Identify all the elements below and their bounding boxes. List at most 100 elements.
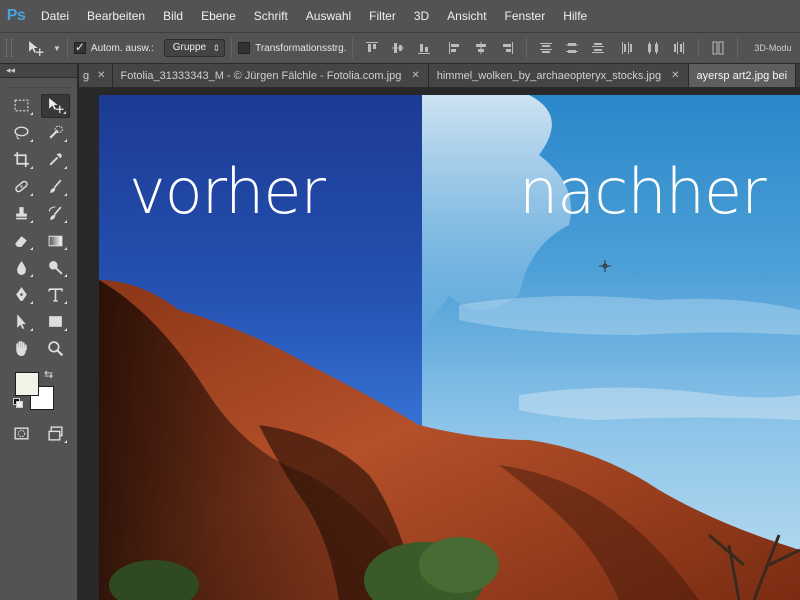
transform-controls-checkbox[interactable]	[238, 42, 251, 54]
close-icon[interactable]: ✕	[671, 70, 679, 81]
distribute-right-icon[interactable]	[671, 41, 687, 55]
auto-select-dropdown[interactable]: Gruppe	[163, 39, 226, 57]
close-icon[interactable]: ✕	[97, 70, 105, 81]
gradient-icon	[48, 235, 63, 247]
distribute-vertical-center-icon[interactable]	[564, 41, 580, 55]
align-right-icon[interactable]	[499, 41, 515, 55]
align-bottom-icon[interactable]	[416, 41, 432, 55]
menu-ansicht[interactable]: Ansicht	[438, 0, 495, 32]
path-selection-tool[interactable]	[7, 310, 36, 334]
separator	[737, 38, 739, 58]
transform-controls-label: Transformationsstrg.	[255, 42, 347, 54]
before-label: vorher	[129, 155, 326, 228]
distribute-top-icon[interactable]	[538, 41, 554, 55]
align-horizontal-center-icon[interactable]	[473, 41, 489, 55]
rectangle-icon	[49, 316, 62, 327]
menu-ebene[interactable]: Ebene	[192, 0, 245, 32]
crosshair-cursor-icon	[599, 260, 611, 272]
menu-bearbeiten[interactable]: Bearbeiten	[78, 0, 154, 32]
menu-schrift[interactable]: Schrift	[245, 0, 297, 32]
healing-brush-tool[interactable]	[7, 175, 36, 199]
path-selection-icon	[17, 314, 26, 329]
foreground-color-swatch[interactable]	[15, 372, 39, 396]
lasso-tool[interactable]	[7, 121, 36, 145]
menu-bild[interactable]: Bild	[154, 0, 192, 32]
hand-icon	[16, 341, 27, 356]
eyedropper-tool[interactable]	[41, 148, 70, 172]
pen-tool[interactable]	[7, 283, 36, 307]
eraser-tool[interactable]	[7, 229, 36, 253]
brush-tool[interactable]	[41, 175, 70, 199]
crop-tool[interactable]	[7, 148, 36, 172]
options-bar-grip[interactable]	[6, 39, 12, 57]
menu-fenster[interactable]: Fenster	[496, 0, 555, 32]
document-tab[interactable]: Fotolia_31333343_M - © Jürgen Fälchle - …	[112, 64, 429, 87]
menu-auswahl[interactable]: Auswahl	[297, 0, 360, 32]
separator	[526, 38, 528, 58]
bandage-icon	[15, 180, 28, 193]
rectangle-tool[interactable]	[41, 310, 70, 334]
distribute-left-icon[interactable]	[619, 41, 635, 55]
tool-preset-picker[interactable]	[20, 36, 50, 60]
eyedropper-icon	[49, 153, 62, 166]
quick-selection-tool[interactable]	[41, 121, 70, 145]
separator	[231, 38, 233, 58]
dodge-icon	[49, 261, 63, 275]
blur-tool[interactable]	[7, 256, 36, 280]
menu-bar: Ps Datei Bearbeiten Bild Ebene Schrift A…	[0, 0, 800, 32]
menu-3d[interactable]: 3D	[405, 0, 438, 32]
distribute-bottom-icon[interactable]	[590, 41, 606, 55]
zoom-tool[interactable]	[41, 337, 70, 361]
brush-icon	[50, 179, 62, 193]
marquee-tool[interactable]	[7, 94, 36, 118]
history-brush-tool[interactable]	[41, 202, 70, 226]
lasso-icon	[14, 126, 29, 140]
stamp-icon	[16, 207, 27, 220]
separator	[352, 38, 354, 58]
clone-stamp-tool[interactable]	[7, 202, 36, 226]
document-workspace[interactable]: vorher nachher	[79, 88, 800, 600]
document-tab[interactable]: himmel_wolken_by_archaeopteryx_stocks.jp…	[428, 64, 689, 87]
tools-panel-grip[interactable]	[6, 78, 71, 88]
chevron-down-icon[interactable]: ▼	[53, 44, 61, 53]
distribute-horizontal-center-icon[interactable]	[645, 41, 661, 55]
document-tab[interactable]: g ✕	[79, 64, 113, 87]
collapse-panel-button[interactable]: ◂◂	[0, 64, 77, 78]
tab-label: g	[83, 69, 90, 82]
color-swatches: ⇆	[0, 368, 77, 418]
auto-select-checkbox[interactable]	[73, 40, 86, 54]
quick-mask-button[interactable]	[7, 422, 36, 446]
drop-icon	[17, 261, 26, 275]
quick-mask-icon	[14, 427, 29, 440]
auto-align-layers-icon[interactable]	[710, 41, 726, 55]
menu-filter[interactable]: Filter	[360, 0, 405, 32]
document-canvas[interactable]: vorher nachher	[99, 95, 800, 600]
gradient-tool[interactable]	[41, 229, 70, 253]
dodge-tool[interactable]	[41, 256, 70, 280]
photoshop-logo: Ps	[6, 7, 26, 24]
align-vertical-center-icon[interactable]	[390, 41, 406, 55]
history-brush-icon	[48, 206, 62, 220]
pen-icon	[16, 287, 27, 301]
menu-hilfe[interactable]: Hilfe	[554, 0, 596, 32]
swap-colors-icon[interactable]: ⇆	[44, 368, 53, 381]
type-tool[interactable]	[41, 283, 70, 307]
tab-label: Fotolia_31333343_M - © Jürgen Fälchle - …	[120, 69, 402, 82]
tab-label: himmel_wolken_by_archaeopteryx_stocks.jp…	[436, 69, 662, 82]
tab-label: ayersp art2.jpg bei	[696, 69, 788, 82]
move-tool[interactable]	[41, 93, 70, 118]
screen-mode-button[interactable]	[41, 422, 70, 446]
align-left-icon[interactable]	[447, 41, 463, 55]
document-tabs: g ✕ Fotolia_31333343_M - © Jürgen Fälchl…	[79, 64, 800, 88]
default-colors-icon[interactable]	[13, 398, 24, 409]
close-icon[interactable]: ✕	[411, 70, 419, 81]
eraser-icon	[15, 236, 27, 247]
marquee-icon	[14, 99, 29, 112]
type-icon	[48, 288, 63, 302]
hand-tool[interactable]	[7, 337, 36, 361]
zoom-icon	[48, 341, 64, 357]
menu-datei[interactable]: Datei	[32, 0, 78, 32]
align-top-icon[interactable]	[364, 41, 380, 55]
3d-mode-label: 3D-Modu	[754, 43, 792, 53]
document-tab-active[interactable]: ayersp art2.jpg bei	[688, 64, 797, 87]
